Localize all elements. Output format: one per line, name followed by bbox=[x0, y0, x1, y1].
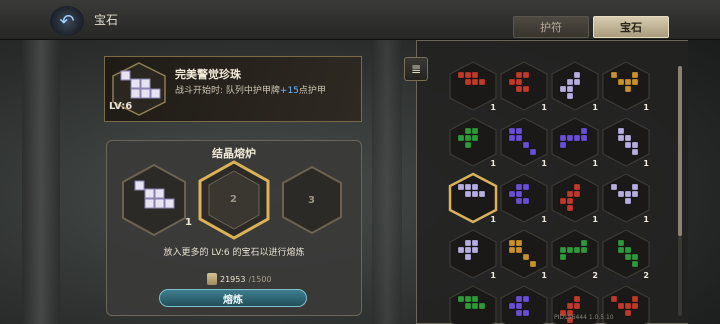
gem-slot[interactable]: 1 bbox=[499, 60, 549, 112]
gem-icon bbox=[449, 285, 497, 324]
background-pillar bbox=[22, 40, 60, 324]
scroll-icon bbox=[207, 273, 217, 285]
background-pillar bbox=[372, 40, 402, 324]
furnace-slot-2-index: 2 bbox=[230, 194, 237, 205]
gem-count: 1 bbox=[592, 159, 598, 168]
gem-count: 2 bbox=[592, 271, 598, 280]
gem-desc-suffix: 点护甲 bbox=[298, 86, 326, 96]
gem-desc-bonus: +15 bbox=[279, 86, 299, 96]
filter-icon: ≣ bbox=[410, 62, 422, 76]
gem-info-panel: LV:6 完美警觉珍珠 战斗开始时: 队列中护甲牌+15点护甲 bbox=[104, 56, 362, 122]
gem-slot[interactable] bbox=[499, 284, 549, 324]
inventory-scrollbar[interactable] bbox=[678, 66, 682, 316]
crystal-furnace-panel: 结晶熔炉 1 2 3 放入更多的 LV:6 的宝石以进行熔炼 21953/150… bbox=[106, 140, 362, 316]
gem-count: 1 bbox=[490, 159, 496, 168]
gem-slot[interactable]: 1 bbox=[448, 60, 498, 112]
tab-gem[interactable]: 宝石 bbox=[593, 16, 669, 38]
gem-count: 1 bbox=[592, 103, 598, 112]
gem-count: 1 bbox=[643, 103, 649, 112]
furnace-slot-1[interactable] bbox=[121, 163, 187, 237]
currency-amount: 21953 bbox=[220, 274, 246, 284]
currency-max: /1500 bbox=[248, 274, 272, 284]
gem-slot[interactable]: 1 bbox=[550, 172, 600, 224]
gem-slot[interactable]: 2 bbox=[601, 228, 651, 280]
gem-count: 1 bbox=[541, 159, 547, 168]
gem-count: 1 bbox=[541, 103, 547, 112]
gem-slot[interactable]: 1 bbox=[550, 116, 600, 168]
gem-count: 1 bbox=[592, 215, 598, 224]
filter-button[interactable]: ≣ bbox=[404, 57, 428, 81]
gem-slot[interactable] bbox=[448, 284, 498, 324]
gem-slot[interactable]: 1 bbox=[499, 116, 549, 168]
gem-slot[interactable]: 1 bbox=[448, 172, 498, 224]
gem-slot[interactable]: 2 bbox=[550, 228, 600, 280]
gem-count: 2 bbox=[643, 271, 649, 280]
page-title: 宝石 bbox=[94, 13, 119, 27]
gem-count: 1 bbox=[643, 215, 649, 224]
gem-name: 完美警觉珍珠 bbox=[175, 68, 241, 81]
gem-icon bbox=[500, 285, 548, 324]
gem-count: 1 bbox=[541, 215, 547, 224]
furnace-hint: 放入更多的 LV:6 的宝石以进行熔炼 bbox=[163, 248, 305, 258]
gem-description: 战斗开始时: 队列中护甲牌+15点护甲 bbox=[175, 83, 326, 96]
build-watermark: PID156444 1.0.5.10 bbox=[554, 314, 614, 321]
tab-amulet[interactable]: 护符 bbox=[513, 16, 589, 38]
gem-count: 1 bbox=[490, 215, 496, 224]
gem-desc-text: 战斗开始时: 队列中护甲牌 bbox=[175, 86, 280, 96]
gem-slot[interactable]: 1 bbox=[499, 228, 549, 280]
scrollbar-thumb[interactable] bbox=[678, 66, 682, 236]
top-bar: ↶ 宝石 护符 宝石 bbox=[0, 0, 720, 40]
gem-slot[interactable]: 1 bbox=[550, 60, 600, 112]
gem-slot[interactable]: 1 bbox=[601, 60, 651, 112]
furnace-slot-3-index: 3 bbox=[308, 195, 315, 206]
gem-slot[interactable]: 1 bbox=[448, 228, 498, 280]
back-arrow-icon: ↶ bbox=[59, 10, 75, 32]
gem-slot[interactable]: 1 bbox=[499, 172, 549, 224]
gem-slot[interactable]: 1 bbox=[601, 172, 651, 224]
furnace-slot-1-count: 1 bbox=[185, 217, 192, 228]
gem-level: LV:6 bbox=[109, 101, 133, 112]
gem-count: 1 bbox=[490, 103, 496, 112]
gem-count: 1 bbox=[643, 159, 649, 168]
gem-count: 1 bbox=[541, 271, 547, 280]
gem-slot[interactable]: 1 bbox=[601, 116, 651, 168]
gem-count: 1 bbox=[490, 271, 496, 280]
gem-slot[interactable]: 1 bbox=[448, 116, 498, 168]
back-button[interactable]: ↶ bbox=[50, 6, 84, 36]
currency-counter: 21953/1500 bbox=[207, 273, 272, 285]
smelt-button[interactable]: 熔炼 bbox=[159, 289, 307, 307]
